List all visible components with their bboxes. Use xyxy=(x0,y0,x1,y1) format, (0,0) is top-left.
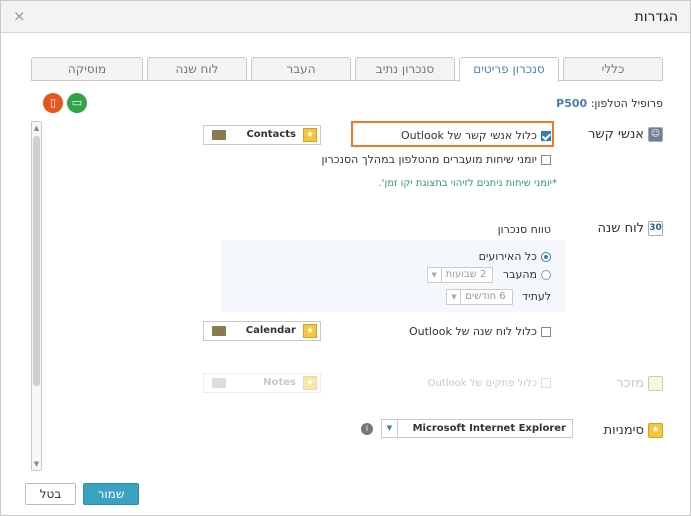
folder-icon[interactable] xyxy=(212,326,226,336)
folder-icon xyxy=(212,378,226,388)
tab-calendar[interactable]: לוח שנה xyxy=(147,57,247,81)
all-events-radio[interactable] xyxy=(541,252,551,262)
contacts-section-label: ☺ אנשי קשר xyxy=(588,127,663,142)
chevron-down-icon[interactable]: ▼ xyxy=(447,290,462,304)
include-outlook-notes-checkbox xyxy=(541,378,551,388)
tab-bar: כללי סנכרון פריטים סנכרון נתיב העבר לוח … xyxy=(31,57,663,82)
content-scrollbar[interactable]: ▲ ▼ xyxy=(31,121,42,471)
call-log-sync-checkbox[interactable] xyxy=(541,155,551,165)
phone-icon[interactable]: ▯ xyxy=(43,93,63,113)
cancel-button[interactable]: בטל xyxy=(25,483,76,505)
future-range-dropdown[interactable]: ▼ 6 חודשים xyxy=(446,289,513,305)
future-range-option: לעתיד ▼ 6 חודשים xyxy=(446,289,551,305)
scroll-up-icon[interactable]: ▲ xyxy=(33,123,40,133)
folder-icon[interactable] xyxy=(212,130,226,140)
bookmarks-section-label: ★ סימניות xyxy=(604,423,663,438)
save-button[interactable]: שמור xyxy=(83,483,139,505)
settings-dialog: × הגדרות כללי סנכרון פריטים סנכרון נתיב … xyxy=(0,0,691,516)
tab-general[interactable]: כללי xyxy=(563,57,663,81)
chevron-down-icon[interactable]: ▼ xyxy=(382,420,398,437)
call-log-sync-label: יומני שיחות מועברים מהטלפון במהלך הסנכרו… xyxy=(321,153,537,166)
contacts-folder-picker[interactable]: Contacts ★ xyxy=(203,125,321,145)
star-icon[interactable]: ★ xyxy=(303,128,317,142)
include-outlook-notes: כלול פתקים של Outlook xyxy=(428,378,551,389)
call-log-sync-option[interactable]: יומני שיחות מועברים מהטלפון במהלך הסנכרו… xyxy=(322,153,551,166)
include-outlook-contacts[interactable]: כלול אנשי קשר של Outlook xyxy=(401,129,551,142)
include-outlook-contacts-checkbox[interactable] xyxy=(541,131,551,141)
calendar-folder-picker[interactable]: Calendar ★ xyxy=(203,321,321,341)
all-events-option[interactable]: כל האירועים xyxy=(479,250,551,263)
chevron-down-icon[interactable]: ▼ xyxy=(428,268,442,282)
phone-profile-label: פרופיל הטלפון: xyxy=(590,97,663,110)
item-sync-panel: פרופיל הטלפון: P500 ▯ ▭ ▲ ▼ ☺ אנשי קשר כ… xyxy=(31,81,663,473)
star-icon[interactable]: ★ xyxy=(303,324,317,338)
sync-range-title: טווח סנכרון xyxy=(497,223,551,236)
notes-section-label: מזכר xyxy=(616,376,663,391)
contacts-icon: ☺ xyxy=(648,127,663,142)
calendar-icon: 30 xyxy=(648,221,663,236)
notes-folder-picker: Notes ★ xyxy=(203,373,321,393)
scroll-down-icon[interactable]: ▼ xyxy=(33,459,40,469)
include-outlook-calendar-checkbox[interactable] xyxy=(541,327,551,337)
dialog-footer: בטל שמור xyxy=(1,477,690,515)
phone-profile-value: P500 xyxy=(556,97,588,110)
calendar-section-label: 30 לוח שנה xyxy=(597,221,663,236)
past-range-option[interactable]: מהעבר ▼ 2 שבועות xyxy=(426,267,551,283)
browser-dropdown[interactable]: ▼ Microsoft Internet Explorer xyxy=(381,419,573,438)
include-outlook-contacts-label: כלול אנשי קשר של Outlook xyxy=(400,129,537,142)
phone-profile: פרופיל הטלפון: P500 xyxy=(556,97,663,110)
computer-icon[interactable]: ▭ xyxy=(67,93,87,113)
include-outlook-calendar[interactable]: כלול לוח שנה של Outlook xyxy=(409,325,551,338)
call-log-note: *יומני שיחות ניתנים לזיהוי בתצוגת יקו זמ… xyxy=(378,178,557,189)
notes-icon xyxy=(648,376,663,391)
star-icon: ★ xyxy=(303,376,317,390)
past-range-dropdown[interactable]: ▼ 2 שבועות xyxy=(426,267,494,283)
dialog-title: הגדרות xyxy=(634,9,678,25)
scroll-thumb[interactable] xyxy=(33,136,40,386)
past-range-radio[interactable] xyxy=(541,270,551,280)
title-bar: × הגדרות xyxy=(1,1,690,33)
close-icon[interactable]: × xyxy=(13,7,26,25)
tab-path-sync[interactable]: סנכרון נתיב xyxy=(355,57,455,81)
bookmarks-icon: ★ xyxy=(648,423,663,438)
tab-transfer[interactable]: העבר xyxy=(251,57,351,81)
tab-item-sync[interactable]: סנכרון פריטים xyxy=(459,57,559,82)
info-icon[interactable]: i xyxy=(361,423,373,435)
tab-music[interactable]: מוסיקה xyxy=(31,57,143,81)
